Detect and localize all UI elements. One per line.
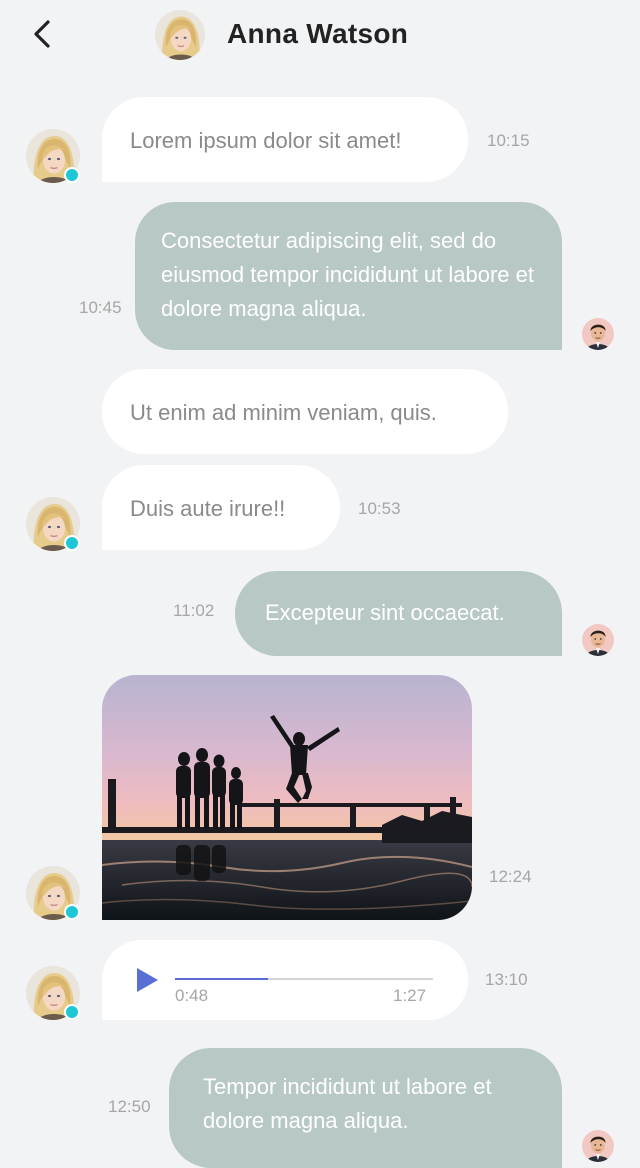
audio-message: 0:48 1:27 bbox=[102, 940, 468, 1020]
contact-avatar[interactable] bbox=[155, 10, 205, 60]
contact-avatar-small bbox=[26, 497, 80, 551]
chevron-left-icon bbox=[34, 20, 50, 48]
contact-name[interactable]: Anna Watson bbox=[227, 14, 408, 54]
incoming-message-bubble[interactable]: Ut enim ad minim veniam, quis. bbox=[102, 369, 508, 454]
message-text: Consectetur adipiscing elit, sed do eius… bbox=[161, 228, 534, 321]
message-text: Ut enim ad minim veniam, quis. bbox=[130, 400, 437, 425]
audio-elapsed-time: 0:48 bbox=[175, 986, 209, 1005]
incoming-message-bubble[interactable]: Lorem ipsum dolor sit amet! bbox=[102, 97, 468, 182]
message-timestamp: 12:24 bbox=[489, 867, 532, 886]
message-timestamp: 13:10 bbox=[485, 970, 528, 989]
online-status-icon bbox=[64, 535, 80, 551]
photo-message[interactable] bbox=[102, 675, 472, 920]
message-timestamp: 11:02 bbox=[173, 601, 215, 620]
play-button[interactable] bbox=[134, 966, 160, 994]
online-status-icon bbox=[64, 1004, 80, 1020]
back-button[interactable] bbox=[28, 16, 60, 52]
message-text: Tempor incididunt ut labore et dolore ma… bbox=[203, 1074, 492, 1133]
audio-duration: 1:27 bbox=[393, 986, 427, 1005]
photo-image bbox=[102, 675, 472, 920]
message-timestamp: 10:45 bbox=[79, 298, 122, 317]
message-timestamp: 10:15 bbox=[487, 131, 530, 150]
message-text: Excepteur sint occaecat. bbox=[265, 600, 505, 625]
outgoing-message-bubble[interactable]: Excepteur sint occaecat. bbox=[235, 571, 562, 656]
contact-avatar-small bbox=[26, 866, 80, 920]
online-status-icon bbox=[64, 904, 80, 920]
my-avatar bbox=[582, 624, 614, 656]
audio-progress-bar[interactable] bbox=[175, 978, 433, 980]
contact-avatar-small bbox=[26, 129, 80, 183]
my-avatar bbox=[582, 318, 614, 350]
message-timestamp: 10:53 bbox=[358, 499, 401, 518]
outgoing-message-bubble[interactable]: Consectetur adipiscing elit, sed do eius… bbox=[135, 202, 562, 350]
message-text: Duis aute irure!! bbox=[130, 496, 286, 521]
online-status-icon bbox=[64, 167, 80, 183]
play-icon bbox=[137, 968, 158, 992]
incoming-message-bubble[interactable]: Duis aute irure!! bbox=[102, 465, 340, 550]
chat-header: Anna Watson bbox=[0, 0, 640, 72]
my-avatar bbox=[582, 1130, 614, 1162]
outgoing-message-bubble[interactable]: Tempor incididunt ut labore et dolore ma… bbox=[169, 1048, 562, 1168]
message-timestamp: 12:50 bbox=[108, 1097, 151, 1116]
audio-progress-fill bbox=[175, 978, 268, 980]
message-text: Lorem ipsum dolor sit amet! bbox=[130, 128, 402, 153]
contact-avatar-small bbox=[26, 966, 80, 1020]
